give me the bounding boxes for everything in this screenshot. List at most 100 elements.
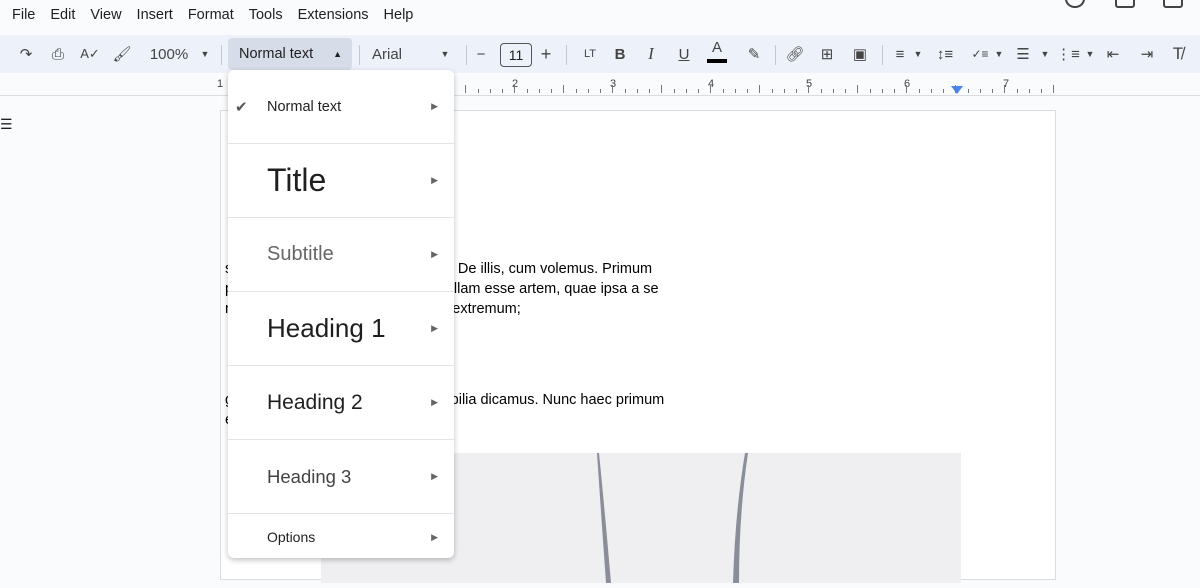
spellcheck-icon[interactable]: A✓	[80, 35, 100, 73]
style-heading-3[interactable]: Heading 3 ▶	[228, 440, 454, 514]
ruler-tick	[845, 89, 846, 93]
ruler-tick	[759, 85, 760, 93]
submenu-arrow-icon: ▶	[431, 101, 438, 112]
align-chevron-down-icon[interactable]: ▼	[912, 35, 924, 73]
ruler-tick	[1017, 89, 1018, 93]
numbered-chevron-down-icon[interactable]: ▼	[1084, 35, 1096, 73]
style-options[interactable]: Options▶	[228, 514, 454, 560]
style-title[interactable]: Title ▶	[228, 144, 454, 218]
menu-help[interactable]: Help	[384, 7, 414, 23]
ruler-tick	[1004, 85, 1005, 93]
paint-format-icon[interactable]: 🖌︎	[112, 35, 132, 73]
check-icon: ✔	[235, 98, 248, 116]
ruler-tick	[674, 89, 675, 93]
redo-icon[interactable]: ↷	[16, 35, 36, 73]
decrease-indent-icon[interactable]: ⇤	[1103, 35, 1123, 73]
ruler-tick	[833, 89, 834, 93]
toolbar: ↷ ⎙ A✓ 🖌︎ 100% ▼ Normal text▲ Arial ▼ − …	[0, 35, 1200, 73]
text-direction-icon[interactable]: LT	[581, 35, 599, 73]
font-chevron-down-icon[interactable]: ▼	[438, 35, 452, 73]
item-label: Title	[267, 162, 326, 199]
underline-button[interactable]: U	[676, 35, 692, 73]
add-comment-icon[interactable]: ⊞	[817, 35, 837, 73]
ruler-tick	[1041, 89, 1042, 93]
right-indent-marker[interactable]	[951, 86, 963, 94]
ruler-tick	[698, 89, 699, 93]
ruler: 1 2 3 4 5 6 7	[0, 76, 1200, 96]
ruler-tick	[723, 89, 724, 93]
style-heading-2[interactable]: Heading 2▶	[228, 366, 454, 440]
bulleted-list-icon[interactable]: ☰	[1013, 35, 1033, 73]
ruler-tick	[821, 89, 822, 93]
menu-insert[interactable]: Insert	[137, 7, 173, 23]
ruler-tick	[661, 85, 662, 93]
ruler-tick	[710, 85, 711, 93]
submenu-arrow-icon: ▶	[431, 175, 438, 186]
ruler-tick	[490, 89, 491, 93]
menu-format[interactable]: Format	[188, 7, 234, 23]
ruler-tick	[931, 89, 932, 93]
menu-edit[interactable]: Edit	[50, 7, 75, 23]
italic-button[interactable]: I	[643, 35, 659, 73]
bullet-chevron-down-icon[interactable]: ▼	[1039, 35, 1051, 73]
ruler-tick	[784, 89, 785, 93]
submenu-arrow-icon: ▶	[431, 249, 438, 260]
ruler-tick	[637, 89, 638, 93]
top-right-icons	[1060, 0, 1200, 10]
outline-icon[interactable]: ☰	[0, 116, 10, 133]
menu-tools[interactable]: Tools	[249, 7, 283, 23]
paragraph-style-select[interactable]: Normal text ▲	[228, 38, 352, 70]
item-label: Heading 2	[267, 391, 363, 415]
ruler-tick	[894, 89, 895, 93]
history-icon[interactable]	[1065, 0, 1085, 8]
chevron-up-icon: ▲	[333, 49, 342, 59]
comments-icon[interactable]	[1115, 0, 1135, 8]
increase-indent-icon[interactable]: ⇥	[1137, 35, 1157, 73]
ruler-tick	[919, 89, 920, 93]
ruler-tick	[649, 89, 650, 93]
style-heading-1[interactable]: Heading 1▶	[228, 292, 454, 366]
present-icon[interactable]	[1163, 0, 1183, 8]
menu-extensions[interactable]: Extensions	[298, 7, 369, 23]
ruler-tick	[527, 89, 528, 93]
menu-file[interactable]: File	[12, 7, 35, 23]
align-icon[interactable]: ≡	[891, 35, 909, 73]
paragraph-style-label: Normal text	[239, 46, 313, 62]
item-label: Heading 3	[267, 466, 351, 488]
font-size-input[interactable]: 11	[500, 43, 532, 67]
ruler-tick	[514, 85, 515, 93]
highlight-icon[interactable]: ✎	[745, 35, 763, 73]
insert-image-icon[interactable]: ▣	[850, 35, 870, 73]
menu-view[interactable]: View	[90, 7, 121, 23]
submenu-arrow-icon: ▶	[431, 471, 438, 482]
checklist-chevron-down-icon[interactable]: ▼	[993, 35, 1005, 73]
ruler-tick	[612, 85, 613, 93]
ruler-tick	[796, 89, 797, 93]
ruler-tick	[943, 89, 944, 93]
ruler-tick	[600, 89, 601, 93]
ruler-tick	[772, 89, 773, 93]
zoom-chevron-down-icon[interactable]: ▼	[198, 35, 212, 73]
decrease-font-size-button[interactable]: −	[473, 35, 489, 73]
zoom-select[interactable]: 100%	[145, 35, 193, 73]
numbered-list-icon[interactable]: ⋮≡	[1058, 35, 1078, 73]
style-subtitle[interactable]: Subtitle▶	[228, 218, 454, 292]
ruler-tick	[502, 89, 503, 93]
clear-formatting-icon[interactable]: T̸	[1168, 35, 1188, 73]
bold-button[interactable]: B	[612, 35, 628, 73]
ruler-tick	[808, 85, 809, 93]
ruler-tick	[980, 89, 981, 93]
increase-font-size-button[interactable]: +	[538, 35, 554, 73]
item-label: Options	[267, 529, 315, 545]
line-spacing-icon[interactable]: ↕≡	[935, 35, 955, 73]
ruler-tick	[857, 85, 858, 93]
print-icon[interactable]: ⎙	[48, 35, 68, 73]
font-select[interactable]: Arial	[372, 35, 412, 73]
paragraph-style-dropdown: ✔Normal text▶ Title ▶ Subtitle▶ Heading 1…	[228, 70, 454, 558]
link-icon[interactable]: 🔗︎	[785, 35, 805, 73]
text-color-button[interactable]: A	[707, 35, 727, 63]
checklist-icon[interactable]: ✓≡	[970, 35, 990, 73]
menu-bar: File Edit View Insert Format Tools Exten…	[0, 0, 428, 30]
style-normal-text[interactable]: ✔Normal text▶	[228, 70, 454, 144]
ruler-tick	[563, 85, 564, 93]
